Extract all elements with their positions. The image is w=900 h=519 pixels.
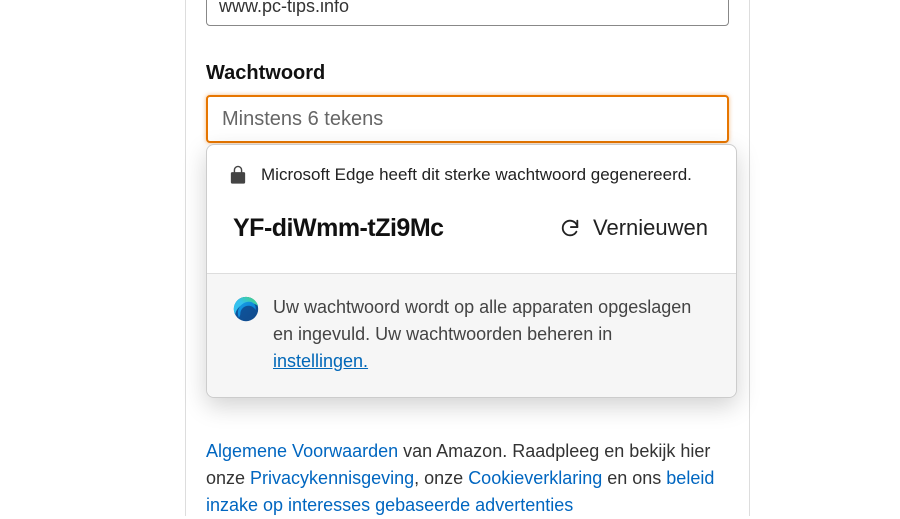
registration-form: Wachtwoord Microsoft Edge heeft dit ster… <box>185 0 750 516</box>
edge-icon <box>233 296 259 322</box>
refresh-button[interactable]: Vernieuwen <box>557 211 710 245</box>
popup-footer: Uw wachtwoord wordt op alle apparaten op… <box>207 273 736 397</box>
terms-link-conditions[interactable]: Algemene Voorwaarden <box>206 441 398 461</box>
lock-icon <box>229 165 247 185</box>
terms-link-cookies[interactable]: Cookieverklaring <box>468 468 602 488</box>
refresh-icon <box>559 217 581 239</box>
generated-password: YF-diWmm-tZi9Mc <box>233 214 444 243</box>
terms-link-privacy[interactable]: Privacykennisgeving <box>250 468 414 488</box>
password-label: Wachtwoord <box>206 62 729 85</box>
terms-text: Algemene Voorwaarden van Amazon. Raadple… <box>206 438 729 519</box>
refresh-label: Vernieuwen <box>593 215 708 241</box>
settings-link[interactable]: instellingen. <box>273 351 368 371</box>
website-input[interactable] <box>206 0 729 26</box>
popup-header-text: Microsoft Edge heeft dit sterke wachtwoo… <box>261 165 692 185</box>
popup-footer-text: Uw wachtwoord wordt op alle apparaten op… <box>273 294 710 375</box>
password-input[interactable] <box>206 95 729 143</box>
popup-body: YF-diWmm-tZi9Mc Vernieuwen <box>207 203 736 273</box>
popup-header: Microsoft Edge heeft dit sterke wachtwoo… <box>207 145 736 203</box>
password-suggestion-popup: Microsoft Edge heeft dit sterke wachtwoo… <box>206 144 737 398</box>
